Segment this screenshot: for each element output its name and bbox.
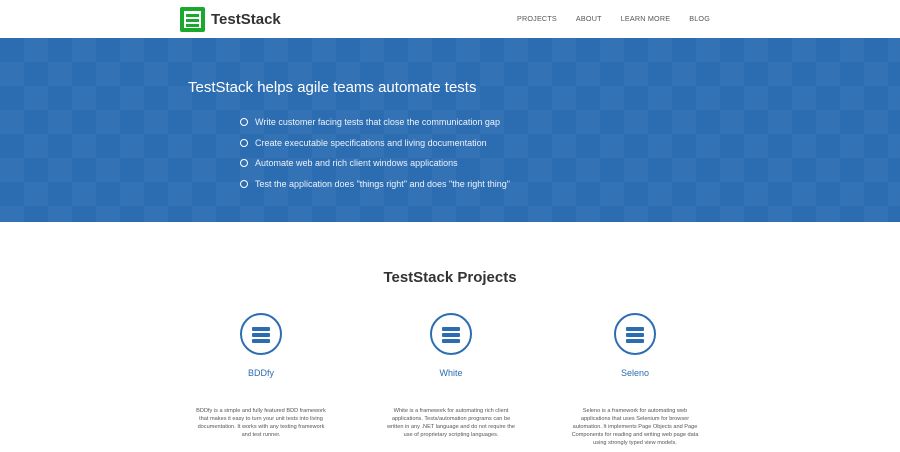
project-link-seleno[interactable]: Seleno	[621, 368, 649, 378]
nav-about[interactable]: ABOUT	[576, 14, 602, 23]
projects-heading: TestStack Projects	[383, 269, 517, 286]
project-description: BDDfy is a simple and fully featured BDD…	[196, 408, 326, 438]
nav-projects[interactable]: PROJECTS	[517, 14, 557, 23]
menu-icon[interactable]	[240, 313, 282, 355]
menu-icon[interactable]	[430, 313, 472, 355]
main-nav: PROJECTS ABOUT LEARN MORE BLOG	[498, 14, 710, 23]
hero-feature-text: Test the application does "things right"…	[255, 178, 510, 189]
hero-banner: TestStack helps agile teams automate tes…	[0, 38, 900, 222]
hero-feature-text: Create executable specifications and liv…	[255, 137, 487, 148]
project-description: White is a framework for automating rich…	[386, 408, 515, 438]
project-card-white: White White is a framework for automatin…	[361, 313, 541, 439]
circle-bullet-icon	[240, 138, 248, 147]
hero-title: TestStack helps agile teams automate tes…	[188, 79, 477, 96]
circle-bullet-icon	[240, 179, 248, 188]
project-link-white[interactable]: White	[439, 368, 462, 378]
hero-feature-list: Write customer facing tests that close t…	[240, 112, 510, 194]
menu-icon[interactable]	[614, 313, 656, 355]
hero-feature-item: Test the application does "things right"…	[240, 174, 510, 195]
project-link-bddfy[interactable]: BDDfy	[248, 368, 274, 378]
top-navbar: TestStack PROJECTS ABOUT LEARN MORE BLOG	[0, 0, 900, 38]
nav-blog[interactable]: BLOG	[689, 14, 710, 23]
project-description: Seleno is a framework for automating web…	[571, 408, 699, 446]
hero-feature-item: Create executable specifications and liv…	[240, 133, 510, 154]
brand-name: TestStack	[211, 10, 281, 28]
hero-feature-text: Automate web and rich client windows app…	[255, 158, 458, 169]
project-card-bddfy: BDDfy BDDfy is a simple and fully featur…	[171, 313, 351, 439]
hero-feature-item: Write customer facing tests that close t…	[240, 112, 510, 133]
hero-feature-item: Automate web and rich client windows app…	[240, 153, 510, 174]
brand-link[interactable]: TestStack	[180, 6, 281, 32]
circle-bullet-icon	[240, 118, 248, 127]
project-card-seleno: Seleno Seleno is a framework for automat…	[545, 313, 725, 447]
teststack-logo-icon	[180, 6, 205, 32]
circle-bullet-icon	[240, 159, 248, 168]
hero-feature-text: Write customer facing tests that close t…	[255, 117, 500, 128]
nav-learn-more[interactable]: LEARN MORE	[621, 14, 671, 23]
